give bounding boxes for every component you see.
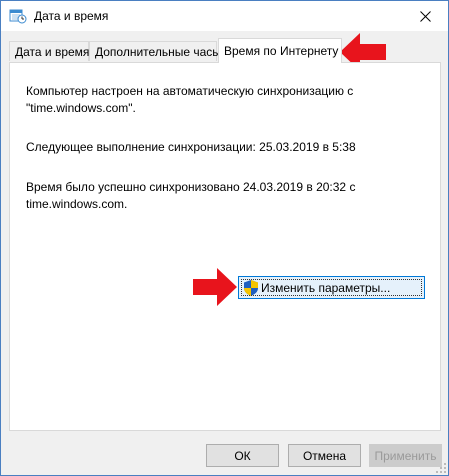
tab-additional-clocks[interactable]: Дополнительные часы <box>89 41 221 61</box>
change-settings-label: Изменить параметры... <box>261 280 391 295</box>
close-icon <box>419 10 431 22</box>
tab-date-time[interactable]: Дата и время <box>9 41 89 61</box>
clock-calendar-icon <box>9 8 27 24</box>
ok-button[interactable]: ОК <box>206 444 279 467</box>
title-bar[interactable]: Дата и время <box>1 1 448 31</box>
internet-time-panel: Компьютер настроен на автоматическую син… <box>9 62 441 431</box>
apply-button[interactable]: Применить <box>369 444 442 467</box>
date-time-dialog: Дата и время Дата и время Дополнительные… <box>0 0 449 476</box>
resize-grip-icon[interactable] <box>436 463 446 473</box>
last-sync-text: Время было успешно синхронизовано 24.03.… <box>26 180 356 211</box>
tab-internet-time[interactable]: Время по Интернету <box>218 38 342 63</box>
cancel-button[interactable]: Отмена <box>288 444 361 467</box>
uac-shield-icon <box>244 280 258 296</box>
change-settings-button[interactable]: Изменить параметры... <box>238 276 425 299</box>
close-button[interactable] <box>402 1 448 31</box>
next-sync-text: Следующее выполнение синхронизации: 25.0… <box>26 140 356 154</box>
sync-config-text: Компьютер настроен на автоматическую син… <box>26 84 354 115</box>
window-title: Дата и время <box>34 9 109 23</box>
red-arrow-right-icon <box>193 268 237 306</box>
